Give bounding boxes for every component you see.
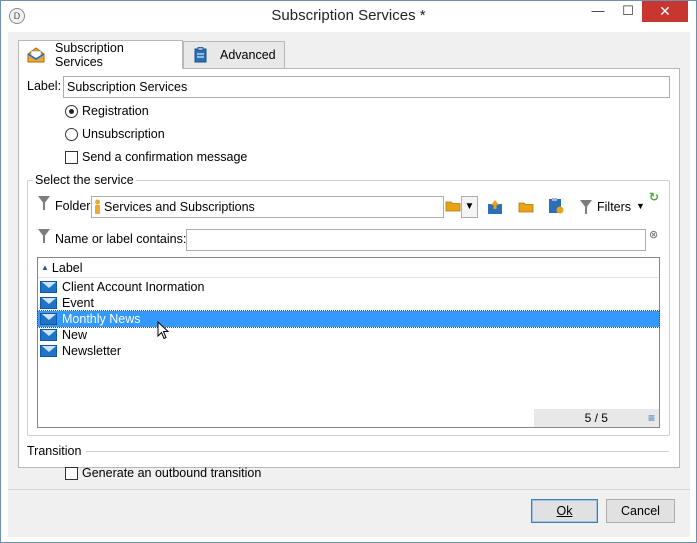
dialog-client-area: Subscription Services Advanced Label: Su… <box>8 32 690 537</box>
mouse-cursor-icon <box>157 320 170 343</box>
radio-indicator[interactable] <box>65 104 78 118</box>
unsubscription-label: Unsubscription <box>82 127 165 141</box>
sort-ascending-icon: ▲ <box>41 263 49 272</box>
unsubscription-radio[interactable]: Unsubscription <box>65 127 165 141</box>
envelope-icon <box>40 297 57 309</box>
ok-label: Ok <box>556 504 573 518</box>
list-count: 5 / 5 <box>584 411 608 425</box>
envelope-open-icon <box>27 47 45 63</box>
generate-outbound-checkbox[interactable]: Generate an outbound transition <box>65 466 261 480</box>
folder-caption: Folder: <box>55 199 94 213</box>
list-item[interactable]: Client Account Inormation <box>38 279 659 295</box>
select-service-title: Select the service <box>33 173 136 187</box>
name-filter-caption: Name or label contains: <box>55 232 187 246</box>
transition-title: Transition <box>27 444 82 458</box>
filters-label[interactable]: Filters <box>597 200 631 214</box>
tab-advanced[interactable]: Advanced <box>183 41 285 68</box>
folder-dropdown-button[interactable]: ▼ <box>461 196 478 218</box>
label-caption: Label: <box>27 79 62 93</box>
registration-radio[interactable]: Registration <box>65 104 149 118</box>
send-confirmation-label: Send a confirmation message <box>82 150 248 164</box>
minimize-button[interactable]: — <box>583 1 613 22</box>
list-item-selected[interactable]: Monthly News <box>37 310 660 328</box>
services-list[interactable]: ▲ Label Client Account Inormation Event … <box>37 257 660 428</box>
list-item-label: Event <box>62 296 94 310</box>
tab-label: Subscription Services <box>55 41 124 69</box>
cancel-button[interactable]: Cancel <box>606 499 675 523</box>
checkbox-indicator[interactable] <box>65 466 78 480</box>
envelope-icon <box>40 329 57 341</box>
radio-indicator[interactable] <box>65 127 78 141</box>
folder-settings-icon[interactable] <box>548 198 564 214</box>
list-menu-icon[interactable]: ≡ <box>648 411 655 425</box>
list-rows: Client Account Inormation Event Monthly … <box>37 278 660 359</box>
filters-dropdown-icon[interactable]: ▼ <box>636 201 645 211</box>
envelope-icon <box>40 313 57 325</box>
generate-outbound-label: Generate an outbound transition <box>82 466 262 480</box>
list-item-label: Monthly News <box>62 312 141 326</box>
clipboard-icon <box>192 47 210 63</box>
person-folder-icon <box>94 199 101 215</box>
close-button[interactable]: ✕ <box>642 1 688 22</box>
cancel-label: Cancel <box>621 504 660 518</box>
list-item-label: Newsletter <box>62 344 122 358</box>
label-input[interactable]: Subscription Services <box>63 76 670 98</box>
list-item-label: New <box>62 328 88 342</box>
name-filter-icon <box>38 229 50 243</box>
send-confirmation-checkbox[interactable]: Send a confirmation message <box>65 150 247 164</box>
maximize-button[interactable]: ☐ <box>613 1 643 22</box>
list-column-header[interactable]: ▲ Label <box>38 258 659 278</box>
footer-divider <box>8 489 690 490</box>
folder-filter-icon <box>38 196 50 210</box>
move-up-folder-icon[interactable] <box>487 199 503 215</box>
registration-label: Registration <box>82 104 149 118</box>
checkbox-indicator[interactable] <box>65 150 78 164</box>
browse-folder-icon[interactable] <box>445 198 461 214</box>
envelope-icon <box>40 345 57 357</box>
clear-filter-icon[interactable]: ⊗ <box>649 228 658 241</box>
tab-subscription-services[interactable]: Subscription Services <box>18 40 183 69</box>
dialog-window: Ꭰ Subscription Services * — ☐ ✕ Subscrip… <box>0 0 697 543</box>
open-folder-icon[interactable] <box>518 199 534 215</box>
list-item[interactable]: Newsletter <box>38 343 659 359</box>
folder-input[interactable]: Services and Subscriptions <box>91 196 444 218</box>
ok-button[interactable]: Ok <box>531 499 598 523</box>
list-item[interactable]: Event <box>38 295 659 311</box>
list-item-label: Client Account Inormation <box>62 280 205 294</box>
column-label: Label <box>51 260 83 275</box>
chevron-down-icon: ▼ <box>464 201 475 212</box>
name-filter-input[interactable] <box>186 229 646 251</box>
tab-label: Advanced <box>220 48 276 62</box>
transition-divider <box>86 451 669 452</box>
list-item[interactable]: New <box>38 327 659 343</box>
envelope-icon <box>40 281 57 293</box>
refresh-icon[interactable]: ↻ <box>649 190 659 204</box>
filters-icon[interactable] <box>580 200 592 214</box>
list-footer: 5 / 5 ≡ <box>534 409 659 427</box>
title-bar: Ꭰ Subscription Services * — ☐ ✕ <box>1 1 696 32</box>
